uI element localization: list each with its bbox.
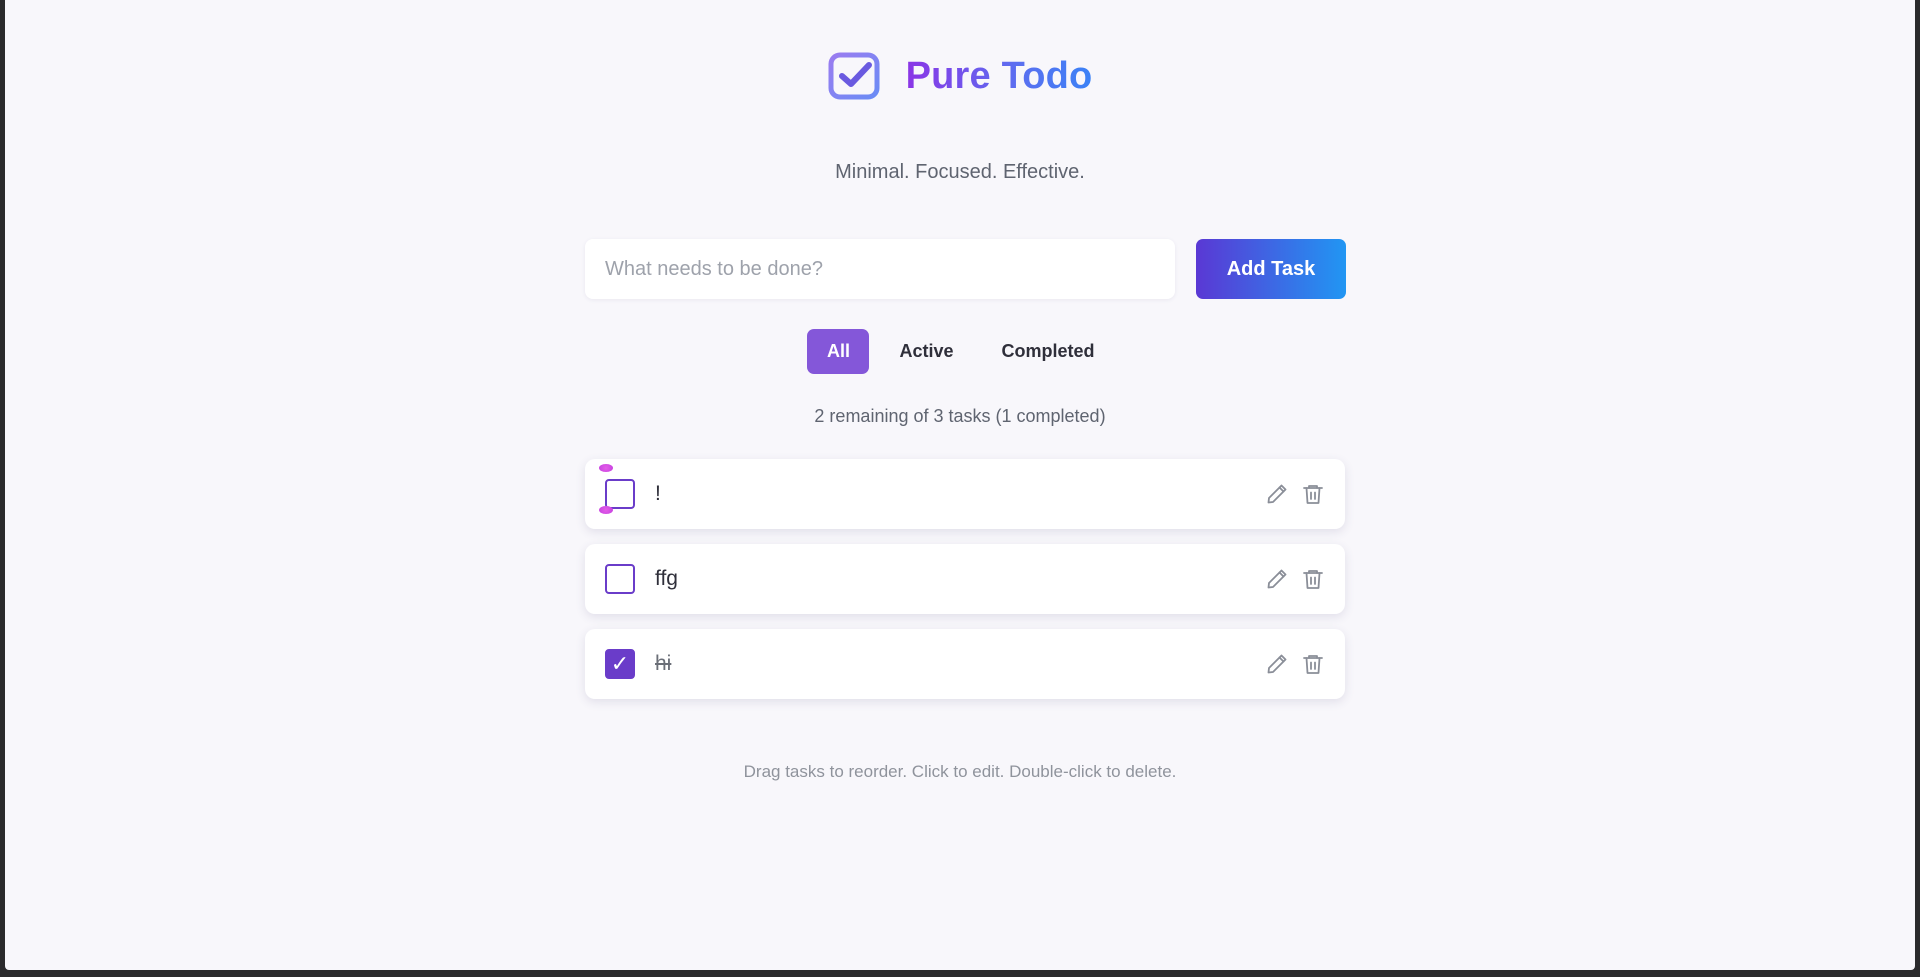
- drag-handle-top[interactable]: [599, 464, 613, 472]
- pencil-icon[interactable]: [1265, 652, 1289, 676]
- task-stats: 2 remaining of 3 tasks (1 completed): [814, 406, 1106, 426]
- app-header: Pure Todo: [5, 52, 1915, 100]
- trash-icon[interactable]: [1301, 482, 1325, 506]
- task-checkbox[interactable]: [605, 479, 635, 509]
- task-item[interactable]: !: [585, 459, 1345, 529]
- task-list: ! ffg ✓ hi: [585, 459, 1345, 714]
- usage-hint: Drag tasks to reorder. Click to edit. Do…: [743, 762, 1177, 781]
- check-square-icon: [828, 52, 880, 100]
- checkmark-icon: ✓: [610, 651, 630, 676]
- app-subtitle: Minimal. Focused. Effective.: [835, 161, 1085, 183]
- task-text[interactable]: hi: [655, 629, 671, 699]
- task-checkbox[interactable]: [605, 564, 635, 594]
- new-task-input[interactable]: [585, 239, 1175, 299]
- add-task-button[interactable]: Add Task: [1196, 239, 1346, 299]
- task-item[interactable]: ✓ hi: [585, 629, 1345, 699]
- filter-all-button[interactable]: All: [807, 329, 870, 374]
- app-window: Pure Todo Minimal. Focused. Effective. A…: [5, 0, 1915, 970]
- filter-active-button[interactable]: Active: [881, 329, 971, 374]
- task-actions: [1265, 482, 1325, 506]
- task-actions: [1265, 652, 1325, 676]
- add-task-form: Add Task: [585, 239, 1346, 299]
- drag-handle-bottom[interactable]: [599, 506, 613, 514]
- trash-icon[interactable]: [1301, 652, 1325, 676]
- task-actions: [1265, 567, 1325, 591]
- task-text[interactable]: !: [655, 459, 661, 529]
- trash-icon[interactable]: [1301, 567, 1325, 591]
- task-checkbox[interactable]: ✓: [605, 649, 635, 679]
- pencil-icon[interactable]: [1265, 567, 1289, 591]
- pencil-icon[interactable]: [1265, 482, 1289, 506]
- task-item[interactable]: ffg: [585, 544, 1345, 614]
- filter-completed-button[interactable]: Completed: [984, 329, 1113, 374]
- task-text[interactable]: ffg: [655, 544, 678, 614]
- app-title: Pure Todo: [905, 54, 1093, 97]
- filter-tabs: All Active Completed: [5, 329, 1915, 374]
